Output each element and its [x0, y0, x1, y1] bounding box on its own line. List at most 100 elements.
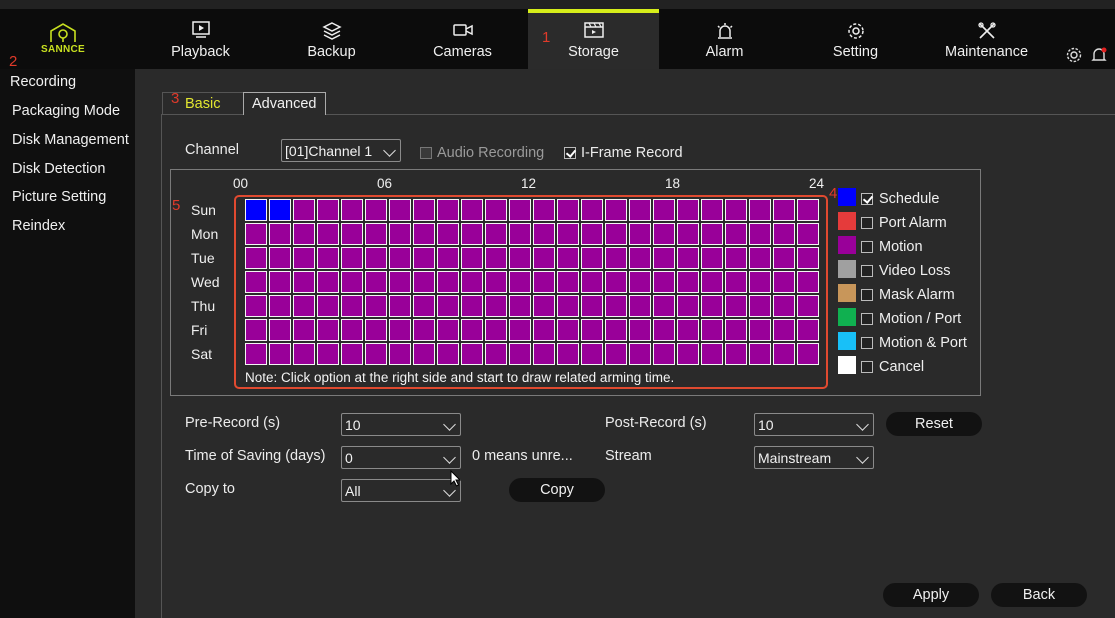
schedule-cell[interactable]: [269, 247, 291, 269]
schedule-cell[interactable]: [701, 271, 723, 293]
schedule-cell[interactable]: [413, 271, 435, 293]
schedule-cell[interactable]: [749, 271, 771, 293]
schedule-cell[interactable]: [701, 199, 723, 221]
back-button[interactable]: Back: [991, 583, 1087, 607]
channel-select[interactable]: [01]Channel 1: [281, 139, 401, 162]
schedule-cell[interactable]: [557, 343, 579, 365]
schedule-cell[interactable]: [509, 271, 531, 293]
schedule-cell[interactable]: [365, 271, 387, 293]
schedule-cell[interactable]: [533, 343, 555, 365]
schedule-cell[interactable]: [245, 247, 267, 269]
schedule-cell[interactable]: [653, 247, 675, 269]
legend-checkbox[interactable]: [861, 361, 873, 373]
schedule-cell[interactable]: [797, 247, 819, 269]
legend-checkbox[interactable]: [861, 217, 873, 229]
schedule-cell[interactable]: [797, 199, 819, 221]
schedule-cell[interactable]: [341, 295, 363, 317]
schedule-cell[interactable]: [581, 223, 603, 245]
schedule-cell[interactable]: [629, 271, 651, 293]
schedule-cell[interactable]: [773, 295, 795, 317]
sidebar-item-disk-management[interactable]: Disk Management: [12, 132, 129, 148]
stream-select[interactable]: Mainstream: [754, 446, 874, 469]
schedule-cell[interactable]: [725, 271, 747, 293]
schedule-cell[interactable]: [437, 223, 459, 245]
schedule-cell[interactable]: [629, 343, 651, 365]
sidebar-item-picture-setting[interactable]: Picture Setting: [12, 189, 106, 205]
legend-swatch[interactable]: [838, 212, 856, 230]
schedule-cell[interactable]: [269, 223, 291, 245]
schedule-cell[interactable]: [677, 223, 699, 245]
schedule-cell[interactable]: [485, 295, 507, 317]
schedule-cell[interactable]: [389, 223, 411, 245]
schedule-cell[interactable]: [341, 319, 363, 341]
schedule-cell[interactable]: [557, 295, 579, 317]
schedule-cell[interactable]: [293, 247, 315, 269]
schedule-cell[interactable]: [581, 343, 603, 365]
legend-checkbox[interactable]: [861, 289, 873, 301]
schedule-cell[interactable]: [677, 343, 699, 365]
schedule-cell[interactable]: [773, 343, 795, 365]
schedule-cell[interactable]: [269, 199, 291, 221]
copy-to-select[interactable]: All: [341, 479, 461, 502]
schedule-cell[interactable]: [773, 271, 795, 293]
schedule-cell[interactable]: [581, 199, 603, 221]
schedule-cell[interactable]: [365, 295, 387, 317]
schedule-cell[interactable]: [581, 295, 603, 317]
schedule-cell[interactable]: [269, 343, 291, 365]
schedule-cell[interactable]: [293, 343, 315, 365]
schedule-cell[interactable]: [653, 319, 675, 341]
tab-advanced[interactable]: Advanced: [243, 92, 326, 115]
schedule-cell[interactable]: [413, 295, 435, 317]
legend-swatch[interactable]: [838, 332, 856, 350]
schedule-cell[interactable]: [677, 199, 699, 221]
schedule-cell[interactable]: [725, 247, 747, 269]
legend-swatch[interactable]: [838, 284, 856, 302]
nav-playback[interactable]: Playback: [135, 9, 266, 69]
schedule-cell[interactable]: [317, 223, 339, 245]
schedule-cell[interactable]: [557, 319, 579, 341]
schedule-cell[interactable]: [317, 199, 339, 221]
schedule-cell[interactable]: [677, 319, 699, 341]
schedule-cell[interactable]: [461, 295, 483, 317]
schedule-cell[interactable]: [365, 343, 387, 365]
schedule-cell[interactable]: [437, 319, 459, 341]
schedule-cell[interactable]: [365, 199, 387, 221]
schedule-cell[interactable]: [293, 271, 315, 293]
schedule-cell[interactable]: [485, 223, 507, 245]
schedule-cell[interactable]: [485, 343, 507, 365]
pre-record-select[interactable]: 10: [341, 413, 461, 436]
schedule-cell[interactable]: [725, 319, 747, 341]
schedule-cell[interactable]: [461, 199, 483, 221]
schedule-cell[interactable]: [725, 295, 747, 317]
schedule-cell[interactable]: [605, 295, 627, 317]
schedule-cell[interactable]: [461, 343, 483, 365]
schedule-cell[interactable]: [365, 247, 387, 269]
schedule-cell[interactable]: [629, 199, 651, 221]
schedule-cell[interactable]: [245, 199, 267, 221]
legend-checkbox[interactable]: [861, 193, 873, 205]
schedule-cell[interactable]: [389, 199, 411, 221]
legend-checkbox[interactable]: [861, 337, 873, 349]
schedule-cell[interactable]: [437, 271, 459, 293]
schedule-cell[interactable]: [581, 271, 603, 293]
schedule-cell[interactable]: [629, 247, 651, 269]
nav-setting[interactable]: Setting: [790, 9, 921, 69]
notification-bell-icon[interactable]: [1090, 46, 1108, 64]
schedule-cell[interactable]: [437, 199, 459, 221]
schedule-cell[interactable]: [341, 343, 363, 365]
schedule-cell[interactable]: [725, 343, 747, 365]
legend-swatch[interactable]: [838, 236, 856, 254]
schedule-cell[interactable]: [509, 319, 531, 341]
schedule-cell[interactable]: [701, 295, 723, 317]
schedule-cell[interactable]: [749, 295, 771, 317]
legend-swatch[interactable]: [838, 188, 856, 206]
schedule-cell[interactable]: [749, 343, 771, 365]
schedule-cell[interactable]: [701, 343, 723, 365]
schedule-cell[interactable]: [605, 247, 627, 269]
schedule-cell[interactable]: [245, 295, 267, 317]
iframe-record-checkbox[interactable]: [564, 147, 576, 159]
time-of-saving-select[interactable]: 0: [341, 446, 461, 469]
legend-checkbox[interactable]: [861, 265, 873, 277]
schedule-cell[interactable]: [797, 343, 819, 365]
reset-button[interactable]: Reset: [886, 412, 982, 436]
